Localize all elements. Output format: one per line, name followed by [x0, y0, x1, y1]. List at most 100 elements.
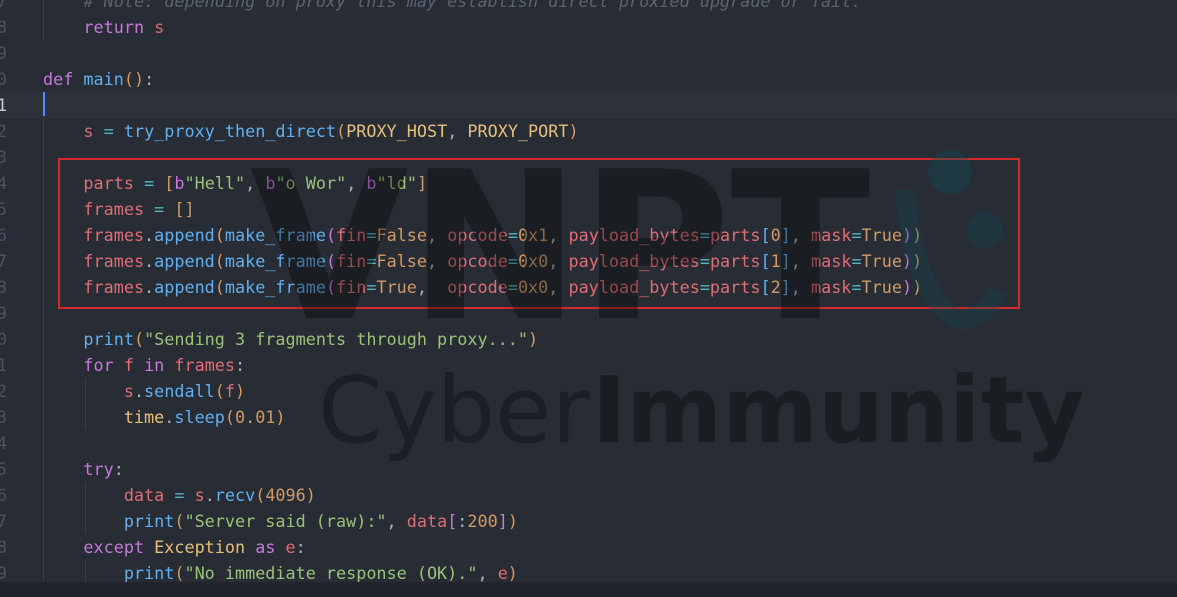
code-token: =	[174, 485, 185, 505]
code-text[interactable]: def main():	[43, 66, 154, 92]
code-line[interactable]: 4	[0, 430, 1177, 456]
code-token: e	[497, 563, 508, 583]
code-token: for	[83, 355, 114, 375]
line-number: 2	[0, 121, 7, 141]
code-line[interactable]: 5 try:	[0, 456, 1177, 482]
indent-guide	[43, 0, 44, 40]
code-text[interactable]: print("Server said (raw):", data[:200])	[43, 508, 518, 534]
code-token: e	[285, 537, 296, 557]
code-text[interactable]: s = try_proxy_then_direct(PROXY_HOST, PR…	[43, 118, 579, 144]
code-token: s	[123, 381, 134, 401]
code-token: f	[123, 355, 134, 375]
code-text[interactable]: time.sleep(0.01)	[43, 404, 286, 430]
code-token: )	[568, 121, 579, 141]
code-token: (	[336, 121, 347, 141]
code-token: )	[275, 407, 286, 427]
text-cursor	[43, 92, 45, 116]
code-text[interactable]: except Exception as e:	[43, 534, 306, 560]
line-number: 9	[0, 303, 7, 323]
code-token: "No immediate response (OK)."	[184, 563, 478, 583]
code-token: data	[123, 485, 165, 505]
code-line[interactable]: 6 data = s.recv(4096)	[0, 482, 1177, 508]
code-line[interactable]: 8 except Exception as e:	[0, 534, 1177, 560]
code-token: (	[133, 329, 145, 349]
code-token: [	[447, 511, 458, 531]
indent-guide	[85, 378, 86, 430]
code-token: )	[305, 485, 316, 505]
line-number: 7	[0, 251, 7, 271]
code-token: PROXY_HOST	[346, 121, 448, 141]
code-line[interactable]: 8 return s	[0, 14, 1177, 40]
code-line[interactable]: 7 # Note: depending on proxy this may es…	[0, 0, 1177, 14]
code-line[interactable]: 3 time.sleep(0.01)	[0, 404, 1177, 430]
code-token: )	[527, 329, 539, 349]
code-token: :	[235, 355, 246, 375]
code-line[interactable]: 2 s.sendall(f)	[0, 378, 1177, 404]
code-line[interactable]: 0 print("Sending 3 fragments through pro…	[0, 326, 1177, 352]
code-token: :	[295, 537, 306, 557]
code-line[interactable]: 2 s = try_proxy_then_direct(PROXY_HOST, …	[0, 118, 1177, 144]
code-token: ()	[123, 69, 145, 89]
horizontal-scrollbar[interactable]	[0, 582, 1177, 597]
code-line[interactable]: 9	[0, 40, 1177, 66]
line-number: 1	[0, 95, 7, 115]
code-text[interactable]: try:	[43, 456, 124, 482]
code-token: # Note: depending on proxy this may esta…	[83, 0, 862, 11]
code-token: recv	[214, 485, 256, 505]
code-line[interactable]: 1 for f in frames:	[0, 352, 1177, 378]
code-text[interactable]: print("Sending 3 fragments through proxy…	[43, 326, 538, 352]
code-token: print	[123, 511, 175, 531]
code-text[interactable]: s.sendall(f)	[43, 378, 245, 404]
code-text[interactable]: return s	[43, 14, 164, 40]
code-token: :	[457, 511, 468, 531]
code-token: 4096	[265, 485, 306, 505]
indent-guide	[43, 118, 44, 582]
code-line[interactable]: 7 print("Server said (raw):", data[:200]…	[0, 508, 1177, 534]
code-text[interactable]: data = s.recv(4096)	[43, 482, 316, 508]
code-token: sleep	[174, 407, 225, 427]
code-token: 200	[467, 511, 498, 531]
line-number: 7	[0, 511, 7, 531]
line-number: 8	[0, 537, 7, 557]
line-number: 7	[0, 0, 7, 11]
code-token: (	[174, 563, 185, 583]
code-token: return	[83, 17, 145, 37]
code-token: try_proxy_then_direct	[123, 121, 337, 141]
code-text[interactable]: for f in frames:	[43, 352, 245, 378]
code-text[interactable]: # Note: depending on proxy this may esta…	[43, 0, 861, 14]
code-token: s	[83, 121, 94, 141]
code-token: ,	[447, 121, 468, 141]
code-line[interactable]: 1	[0, 92, 1177, 118]
indent-guide	[85, 482, 86, 534]
code-token: (	[224, 407, 235, 427]
line-number: 8	[0, 277, 7, 297]
code-token: s	[154, 17, 165, 37]
line-number: 3	[0, 147, 7, 167]
line-number: 3	[0, 407, 7, 427]
code-editor[interactable]: 7 # Note: depending on proxy this may es…	[0, 0, 1177, 597]
code-token: "Sending 3 fragments through proxy..."	[144, 329, 528, 349]
code-token: :	[113, 459, 124, 479]
code-token: "Server said (raw):"	[184, 511, 387, 531]
line-number: 1	[0, 355, 7, 375]
code-line[interactable]: 0 def main():	[0, 66, 1177, 92]
code-token: )	[235, 381, 246, 401]
red-highlight-box	[58, 158, 1020, 309]
code-token: ,	[477, 563, 498, 583]
code-token: .	[133, 381, 145, 401]
